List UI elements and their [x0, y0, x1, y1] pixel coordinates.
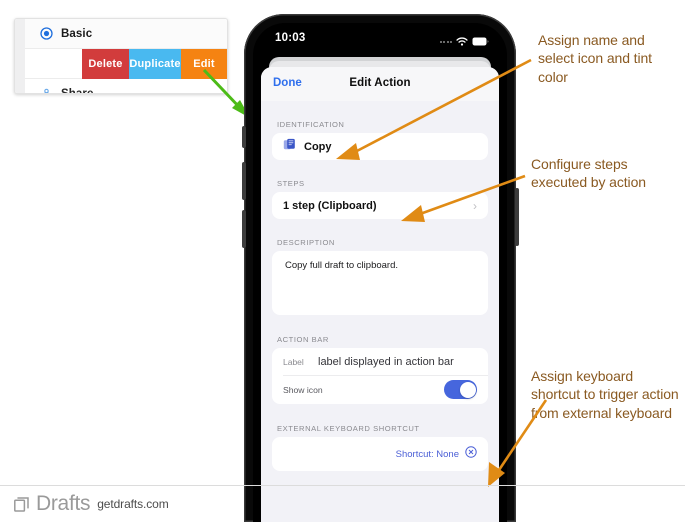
- section-header-description: DESCRIPTION: [277, 238, 335, 247]
- battery-icon: [472, 33, 489, 51]
- label-input[interactable]: label displayed in action bar: [318, 356, 454, 368]
- page-title: Edit Action: [349, 77, 411, 89]
- sheet-navigation-bar: Done Edit Action: [261, 67, 499, 101]
- shortcut-value: Shortcut: None: [395, 448, 459, 460]
- radio-target-icon: [39, 27, 53, 41]
- notch: [328, 23, 432, 47]
- volume-down-button[interactable]: [241, 210, 246, 248]
- drafts-logo-icon: [14, 496, 29, 512]
- status-indicators: [439, 33, 490, 51]
- website-url: getdrafts.com: [97, 497, 169, 511]
- iphone-mockup: Done Edit Action IDENTIFICATION Copy STE…: [241, 14, 519, 522]
- delete-button[interactable]: Delete: [82, 49, 129, 79]
- share-icon: [39, 87, 53, 93]
- brand-name: Drafts: [36, 492, 91, 515]
- list-item-label: Share: [61, 88, 94, 94]
- duplicate-button[interactable]: Duplicate: [129, 49, 181, 79]
- show-icon-row[interactable]: Show icon: [272, 375, 488, 404]
- action-bar-card: Label label displayed in action bar Show…: [272, 348, 488, 404]
- annotation-keyboard-shortcut: Assign keyboard shortcut to trigger acti…: [531, 368, 679, 421]
- copy-document-icon: [283, 138, 296, 156]
- toggle-knob: [459, 381, 476, 398]
- wifi-icon: [456, 33, 468, 51]
- status-time: 10:03: [275, 32, 306, 44]
- mute-switch-button[interactable]: [242, 126, 246, 148]
- description-card[interactable]: Copy full draft to clipboard.: [272, 251, 488, 315]
- power-button[interactable]: [514, 188, 519, 246]
- identification-value: Copy: [304, 140, 332, 153]
- section-header-external-keyboard-shortcut: EXTERNAL KEYBOARD SHORTCUT: [277, 424, 420, 433]
- steps-value: 1 step (Clipboard): [283, 199, 377, 212]
- clear-circle-x-icon[interactable]: [465, 445, 477, 463]
- keyboard-shortcut-card[interactable]: Shortcut: None: [272, 437, 488, 471]
- steps-card: 1 step (Clipboard) ›: [272, 192, 488, 219]
- footer: Drafts getdrafts.com: [0, 485, 685, 522]
- volume-up-button[interactable]: [241, 162, 246, 200]
- chevron-right-icon: ›: [473, 198, 477, 213]
- list-item-basic[interactable]: Basic: [25, 19, 227, 49]
- identification-row[interactable]: Copy: [272, 133, 488, 160]
- section-header-steps: STEPS: [277, 179, 305, 188]
- description-value: Copy full draft to clipboard.: [285, 260, 399, 271]
- show-icon-caption: Show icon: [283, 384, 323, 395]
- edit-action-sheet: Done Edit Action IDENTIFICATION Copy STE…: [261, 67, 499, 522]
- status-bar: 10:03: [253, 23, 507, 57]
- action-bar-label-row[interactable]: Label label displayed in action bar: [272, 348, 488, 375]
- phone-screen: Done Edit Action IDENTIFICATION Copy STE…: [253, 23, 507, 522]
- show-icon-toggle[interactable]: [444, 380, 477, 399]
- signal-dots-icon: [439, 41, 452, 43]
- list-item-label: Basic: [61, 27, 93, 40]
- section-header-action-bar: ACTION BAR: [277, 335, 329, 344]
- annotation-identification: Assign name and select icon and tint col…: [538, 32, 652, 85]
- steps-row[interactable]: 1 step (Clipboard) ›: [272, 192, 488, 219]
- identification-card: Copy: [272, 133, 488, 160]
- annotation-steps: Configure steps executed by action: [531, 156, 646, 191]
- label-caption: Label: [283, 356, 304, 367]
- section-header-identification: IDENTIFICATION: [277, 120, 345, 129]
